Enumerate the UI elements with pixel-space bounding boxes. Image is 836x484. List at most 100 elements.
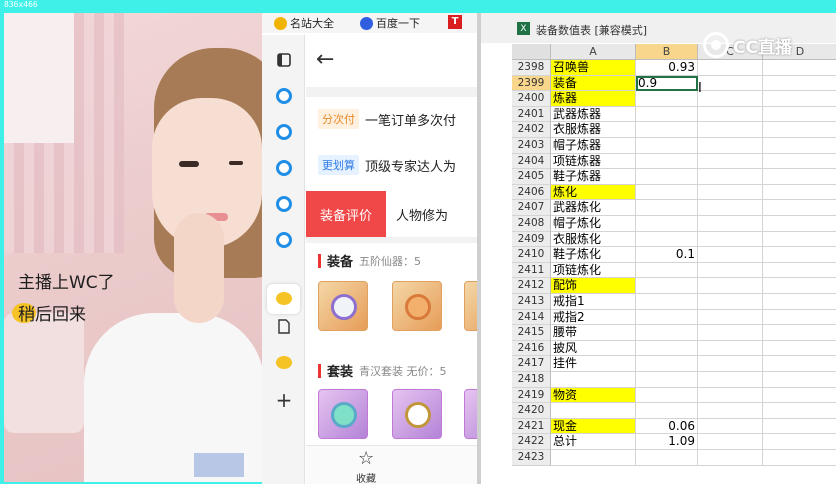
browser-e-icon[interactable] [275, 87, 293, 105]
cell-c[interactable] [698, 262, 763, 279]
cell-c[interactable] [698, 91, 763, 107]
cell-d[interactable] [763, 372, 836, 388]
cell-a[interactable]: 炼化 [551, 184, 636, 201]
row-header[interactable]: 2413 [512, 294, 551, 310]
set-item[interactable] [318, 389, 368, 439]
cell-d[interactable] [763, 419, 836, 435]
row-header[interactable]: 2415 [512, 325, 551, 341]
cell-d[interactable] [763, 341, 836, 357]
cell-c[interactable] [698, 418, 763, 435]
active-cell[interactable]: 0.9 [636, 75, 698, 92]
tab-equipment-review[interactable]: 装备评价 [306, 191, 386, 237]
cell-c[interactable] [698, 60, 763, 76]
promo-row-bargain[interactable]: 更划算 顶级专家达人为 [318, 155, 456, 175]
cell-b[interactable] [636, 122, 698, 138]
cell-a[interactable]: 配饰 [551, 278, 636, 294]
cell-c[interactable] [698, 75, 763, 92]
cell-c[interactable] [698, 387, 763, 404]
browser-e-icon[interactable] [275, 123, 293, 141]
cell-c[interactable] [698, 200, 763, 216]
cell-b[interactable] [636, 340, 698, 357]
cell-d[interactable] [763, 185, 836, 201]
cell-c[interactable] [698, 184, 763, 201]
star-icon[interactable]: ☆ [358, 448, 374, 469]
cell-c[interactable] [698, 153, 763, 170]
cell-a[interactable]: 装备 [551, 75, 636, 92]
cell-a[interactable]: 帽子炼化 [551, 216, 636, 232]
cell-d[interactable] [763, 200, 836, 216]
row-header[interactable]: 2412 [512, 278, 551, 294]
cell-b[interactable]: 0.93 [636, 60, 698, 76]
cell-d[interactable] [763, 76, 836, 92]
cell-c[interactable] [698, 138, 763, 154]
row-header[interactable]: 2421 [512, 418, 551, 435]
cell-d[interactable] [763, 310, 836, 326]
cell-d[interactable] [763, 325, 836, 341]
cell-a[interactable]: 戒指2 [551, 309, 636, 326]
cell-b[interactable] [636, 278, 698, 294]
tab-character-cultivation[interactable]: 人物修为 [396, 205, 448, 224]
cell-a[interactable] [551, 403, 636, 419]
cell-a[interactable]: 炼器 [551, 91, 636, 107]
cell-c[interactable] [698, 372, 763, 388]
browser-e-icon[interactable] [275, 159, 293, 177]
cell-a[interactable] [551, 372, 636, 388]
tabs-icon[interactable] [275, 51, 293, 69]
cell-d[interactable] [763, 403, 836, 419]
cell-a[interactable]: 鞋子炼器 [551, 169, 636, 185]
row-header[interactable]: 2411 [512, 262, 551, 279]
row-header[interactable]: 2409 [512, 231, 551, 248]
column-header-a[interactable]: A [551, 44, 636, 60]
plus-icon[interactable]: + [275, 388, 293, 412]
cell-d[interactable] [763, 216, 836, 232]
row-header[interactable]: 2403 [512, 138, 551, 154]
cell-b[interactable] [636, 184, 698, 201]
bookmark-mingzhan[interactable]: 名站大全 [274, 15, 334, 31]
cell-a[interactable]: 挂件 [551, 356, 636, 372]
cell-d[interactable] [763, 356, 836, 372]
cell-a[interactable] [551, 450, 636, 466]
cell-c[interactable] [698, 247, 763, 263]
cell-c[interactable] [698, 231, 763, 248]
column-header-b[interactable]: B [636, 44, 698, 60]
browser-e-icon[interactable] [275, 231, 293, 249]
cell-d[interactable] [763, 450, 836, 466]
set-item[interactable] [392, 389, 442, 439]
row-header[interactable]: 2401 [512, 106, 551, 123]
cell-b[interactable] [636, 309, 698, 326]
cell-c[interactable] [698, 309, 763, 326]
cell-d[interactable] [763, 122, 836, 138]
cell-b[interactable] [636, 169, 698, 185]
row-header[interactable]: 2416 [512, 340, 551, 357]
back-arrow-icon[interactable]: ← [316, 47, 334, 72]
row-header[interactable]: 2408 [512, 216, 551, 232]
cell-b[interactable] [636, 356, 698, 372]
cell-b[interactable] [636, 216, 698, 232]
cell-c[interactable] [698, 450, 763, 466]
select-all-corner[interactable] [512, 44, 551, 60]
favorite-label[interactable]: 收藏 [356, 470, 376, 484]
cell-a[interactable]: 武器炼化 [551, 200, 636, 216]
cell-c[interactable] [698, 122, 763, 138]
cell-b[interactable] [636, 387, 698, 404]
row-header[interactable]: 2420 [512, 403, 551, 419]
cell-c[interactable] [698, 325, 763, 341]
cell-d[interactable] [763, 263, 836, 279]
cell-a[interactable]: 总计 [551, 434, 636, 450]
cell-b[interactable]: 0.1 [636, 247, 698, 263]
cell-d[interactable] [763, 388, 836, 404]
cell-a[interactable]: 鞋子炼化 [551, 247, 636, 263]
cell-a[interactable]: 披风 [551, 340, 636, 357]
row-header[interactable]: 2406 [512, 184, 551, 201]
cell-d[interactable] [763, 294, 836, 310]
cell-d[interactable] [763, 107, 836, 123]
row-header[interactable]: 2399 [512, 75, 551, 92]
row-header[interactable]: 2400 [512, 91, 551, 107]
equipment-item[interactable] [464, 281, 477, 331]
row-header[interactable]: 2414 [512, 309, 551, 326]
cell-a[interactable]: 项链炼化 [551, 262, 636, 279]
document-icon[interactable] [275, 317, 293, 335]
cell-d[interactable] [763, 154, 836, 170]
cell-d[interactable] [763, 169, 836, 185]
cell-a[interactable]: 腰带 [551, 325, 636, 341]
